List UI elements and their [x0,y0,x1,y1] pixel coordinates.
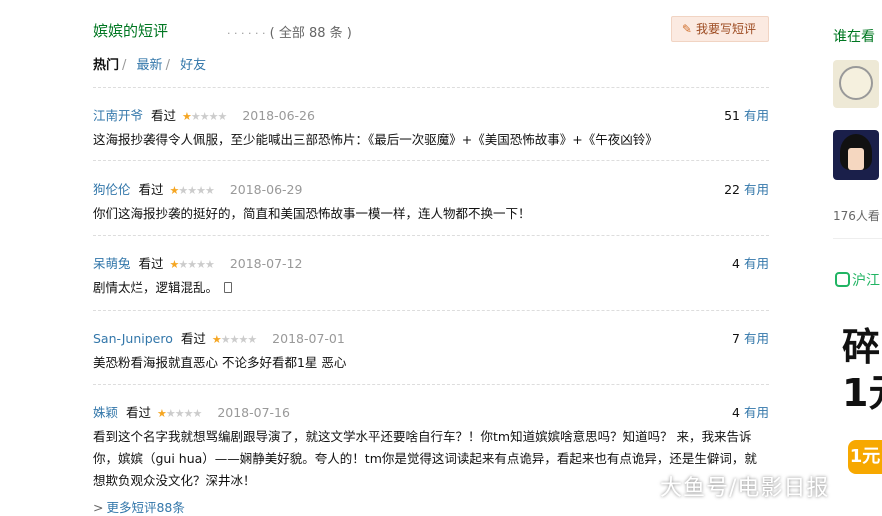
vote-count: 51 [724,108,740,123]
ad-price: 1元 [842,371,882,415]
comment-text: 你们这海报抄袭的挺好的，简直和美国恐怖故事一模一样，连人物都不换一下！ [93,206,531,221]
watch-status: 看过 [151,108,177,123]
avatar[interactable] [833,60,879,108]
tab-friends[interactable]: 好友 [180,58,206,73]
mobile-icon [224,282,233,293]
comment-meta: 呆萌兔 看过 ★★★★★ 2018-07-12 4 有用 [93,253,769,273]
comment-text: 这海报抄袭得令人佩服，至少能喊出三部恐怖片：《最后一次驱魔》+《美国恐怖故事》+… [93,132,658,147]
sort-tabs: 热门 / 最新 / 好友 [93,54,209,73]
comment-text: 剧情太烂，逻辑混乱。 [93,277,769,299]
more-arrow: > [93,500,104,515]
write-review-button[interactable]: ✎ 我要写短评 [670,16,769,42]
comment-text: 美恐粉看海报就直恶心 不论多好看都1星 恶心 [93,355,347,370]
comment-meta: 姝颖 看过 ★★★★★ 2018-07-16 4 有用 [93,402,769,422]
comment-count[interactable]: · · · · · · ( 全部 88 条 ) [227,22,352,41]
ad-brand-name: 沪江 [852,273,880,289]
sidebar-title: 谁在看 [833,29,875,45]
dots: · · · · · · [227,27,266,40]
comment-item: 江南开爷 看过 ★★★★★ 2018-06-26 51 有用 这海报抄袭得令人佩服… [93,105,769,151]
avatar-face [839,66,873,100]
divider [833,238,882,239]
more-comments-label: 更多短评88条 [106,500,185,515]
watchers-count[interactable]: 176人看 [833,207,880,224]
write-review-label: 我要写短评 [695,22,756,36]
rating-stars: ★★★★★ [169,258,215,271]
vote-count: 7 [732,331,740,346]
comment-meta: 狗伦伦 看过 ★★★★★ 2018-06-29 22 有用 [93,179,769,199]
comment-user[interactable]: 江南开爷 [93,108,143,123]
more-comments-link[interactable]: > 更多短评88条 [93,497,185,516]
comments-header: 嫔嫔的短评 · · · · · · ( 全部 88 条 ) ✎ 我要写短评 [93,16,769,42]
comment-date: 2018-07-01 [272,331,345,346]
comment-user[interactable]: San-Junipero [93,331,173,346]
comment-user[interactable]: 姝颖 [93,405,118,420]
vote-count: 4 [732,405,740,420]
watch-status: 看过 [138,182,164,197]
watermark: 大鱼号/电影日报 [660,476,830,501]
useful-label[interactable]: 有用 [744,331,769,346]
rating-stars: ★★★★★ [182,110,227,123]
useful-label[interactable]: 有用 [744,182,769,197]
comment-user[interactable]: 呆萌兔 [93,256,131,271]
useful-votes[interactable]: 4 有用 [732,402,769,421]
comment-user[interactable]: 狗伦伦 [93,182,131,197]
watch-status: 看过 [180,331,206,346]
divider [93,310,769,311]
divider [93,384,769,385]
useful-votes[interactable]: 22 有用 [724,179,769,198]
vote-count: 22 [724,182,740,197]
useful-label[interactable]: 有用 [744,108,769,123]
useful-votes[interactable]: 51 有用 [724,105,769,124]
comment-meta: 江南开爷 看过 ★★★★★ 2018-06-26 51 有用 [93,105,769,125]
vote-count: 4 [732,256,740,271]
ad-brand[interactable]: 沪江 [835,270,880,290]
pencil-icon: ✎ [681,22,692,36]
comment-meta: San-Junipero 看过 ★★★★★ 2018-07-01 7 有用 [93,328,769,348]
brand-logo-icon [835,272,850,287]
rating-stars: ★★★★★ [169,184,215,197]
tab-hot[interactable]: 热门 [93,58,119,73]
divider [93,87,769,88]
avatar[interactable] [833,130,879,180]
watch-status: 看过 [138,256,164,271]
comment-item: 狗伦伦 看过 ★★★★★ 2018-06-29 22 有用 你们这海报抄袭的挺好的… [93,179,769,225]
comment-date: 2018-07-12 [229,256,303,271]
rating-stars: ★★★★★ [157,407,202,420]
comment-date: 2018-06-29 [229,182,303,197]
comment-item: San-Junipero 看过 ★★★★★ 2018-07-01 7 有用 美恐粉… [93,328,769,374]
useful-votes[interactable]: 4 有用 [732,253,769,272]
tab-latest[interactable]: 最新 [137,58,163,73]
divider [93,235,769,236]
useful-label[interactable]: 有用 [744,405,769,420]
count-text: ( 全部 88 条 ) [269,26,352,41]
useful-label[interactable]: 有用 [744,256,769,271]
divider [93,160,769,161]
tab-separator: / [122,58,127,73]
useful-votes[interactable]: 7 有用 [732,328,769,347]
comment-text-body: 剧情太烂，逻辑混乱。 [93,280,219,295]
avatar-face [848,148,864,170]
comment-date: 2018-07-16 [217,405,290,420]
rating-stars: ★★★★★ [211,333,257,346]
tab-separator: / [165,58,170,73]
watch-status: 看过 [126,405,152,420]
comment-date: 2018-06-26 [242,108,315,123]
ad-button[interactable]: 1元 [848,440,882,474]
comment-item: 呆萌兔 看过 ★★★★★ 2018-07-12 4 有用 剧情太烂，逻辑混乱。 [93,253,769,299]
section-title: 嫔嫔的短评 [93,22,169,40]
